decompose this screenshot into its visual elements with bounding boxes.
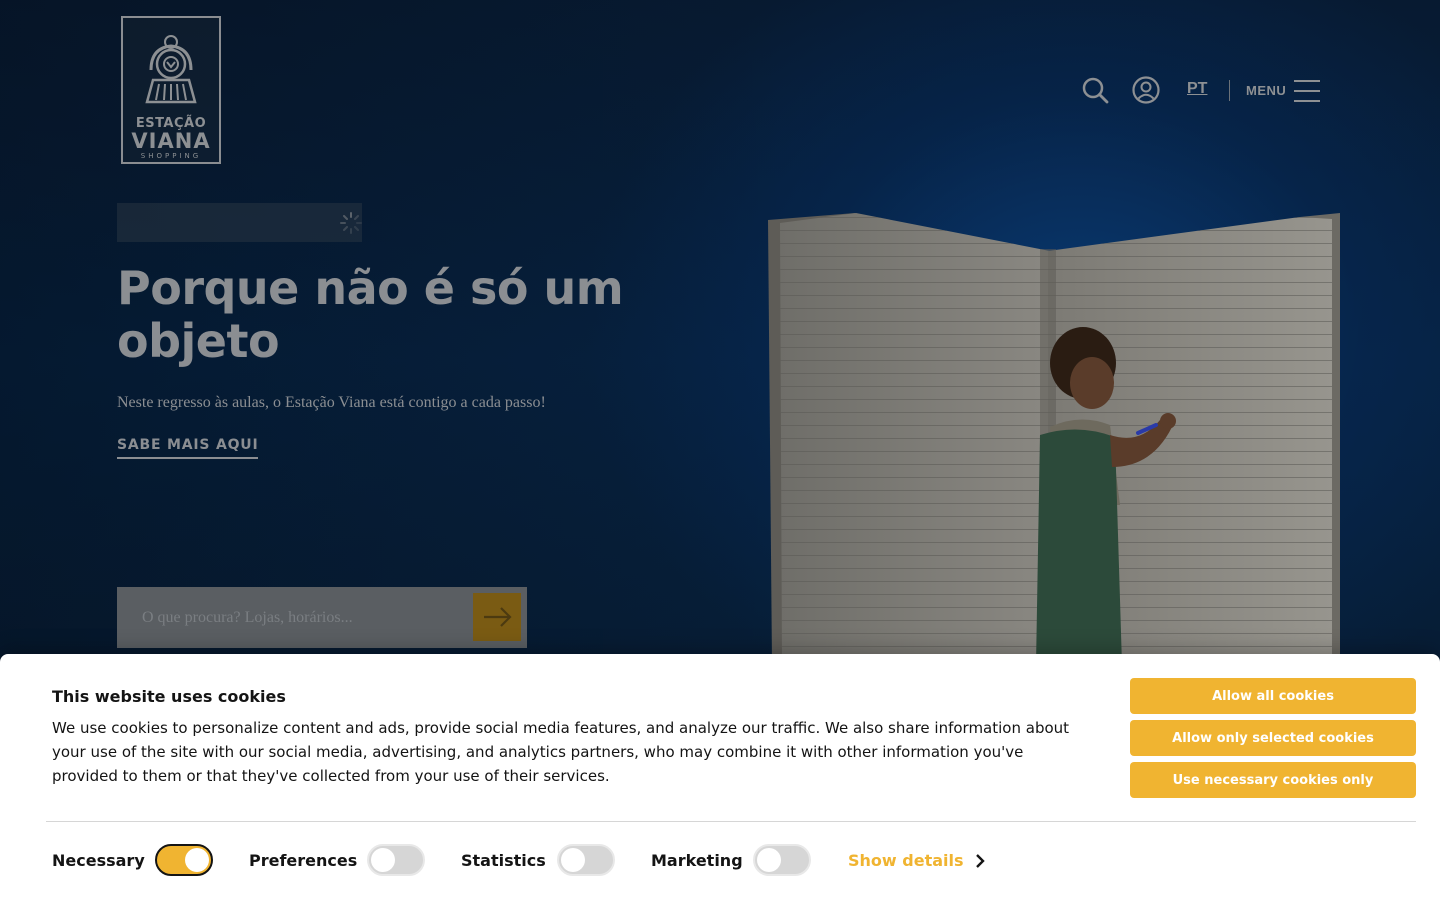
hero-search-box (117, 587, 527, 648)
brand-logo[interactable]: ESTAÇÃO VIANA SHOPPING (121, 16, 221, 164)
allow-all-cookies-button[interactable]: Allow all cookies (1130, 678, 1416, 714)
search-icon[interactable] (1081, 76, 1109, 104)
learn-more-link[interactable]: SABE MAIS AQUI (117, 437, 259, 459)
hamburger-menu-icon[interactable] (1294, 80, 1320, 102)
hero-subtitle: Neste regresso às aulas, o Estação Viana… (117, 394, 546, 411)
cookie-banner-title: This website uses cookies (52, 687, 286, 706)
user-account-icon[interactable] (1132, 76, 1160, 104)
loading-spinner-icon (340, 212, 362, 234)
consent-label-preferences: Preferences (249, 851, 358, 870)
logo-text-line2: VIANA (131, 129, 211, 153)
language-selector[interactable]: PT (1187, 80, 1207, 98)
train-logo-icon (145, 35, 197, 104)
consent-label-necessary: Necessary (52, 851, 145, 870)
preferences-toggle[interactable] (367, 844, 425, 876)
consent-label-marketing: Marketing (651, 851, 743, 870)
necessary-toggle[interactable] (155, 844, 213, 876)
hero-book-illustration (768, 213, 1340, 665)
statistics-toggle[interactable] (557, 844, 615, 876)
loading-placeholder (117, 203, 362, 242)
logo-text-line3: SHOPPING (140, 152, 202, 160)
consent-label-statistics: Statistics (461, 851, 546, 870)
marketing-toggle[interactable] (753, 844, 811, 876)
cookie-divider (46, 821, 1416, 822)
cookie-consent-banner: This website uses cookies We use cookies… (0, 654, 1440, 900)
necessary-cookies-only-button[interactable]: Use necessary cookies only (1130, 762, 1416, 798)
allow-selected-cookies-button[interactable]: Allow only selected cookies (1130, 720, 1416, 756)
arrow-right-icon (484, 607, 512, 627)
header-divider (1229, 80, 1230, 101)
menu-label[interactable]: MENU (1246, 83, 1286, 98)
hero-title: Porque não é só um objeto (117, 261, 624, 368)
search-input[interactable] (117, 587, 467, 648)
show-details-link[interactable]: Show details (848, 851, 964, 870)
search-submit-button[interactable] (473, 593, 521, 641)
cookie-banner-description: We use cookies to personalize content an… (52, 719, 1070, 785)
chevron-right-icon[interactable] (974, 852, 986, 870)
